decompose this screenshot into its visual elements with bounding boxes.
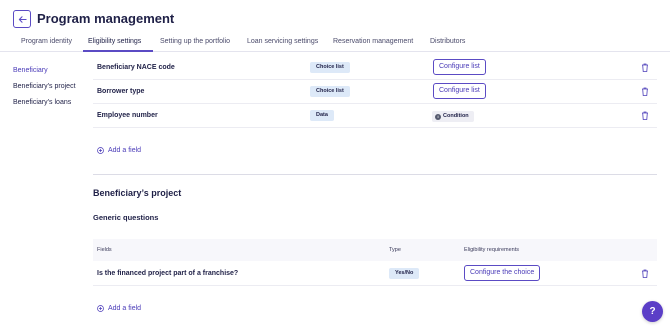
trash-icon [642,87,648,96]
trash-icon [642,111,648,120]
sidebar-item-beneficiary-project[interactable]: Beneficiary’s project [13,83,76,90]
field-label: Beneficiary NACE code [97,64,175,71]
plus-circle-icon [97,305,104,312]
delete-button[interactable] [641,269,649,278]
configure-choice-button[interactable]: Configure the choice [464,265,541,281]
sidebar-item-beneficiary-loans[interactable]: Beneficiary’s loans [13,99,71,106]
add-field-label: Add a field [108,147,142,154]
tab-loan-servicing[interactable]: Loan servicing settings [247,38,318,45]
column-header-requirements: Eligibility requirements [464,247,520,253]
add-field-button[interactable]: Add a field [97,305,141,312]
table-row: Beneficiary NACE code Choice list Config… [93,56,657,80]
tab-bar: Program identity Eligibility settings Se… [0,35,670,52]
tab-portfolio-setup[interactable]: Setting up the portfolio [160,38,230,45]
type-chip: Choice list [310,62,350,73]
add-field-button[interactable]: Add a field [97,147,141,154]
field-label: Borrower type [97,88,145,95]
info-icon: i [435,113,441,120]
configure-list-button[interactable]: Configure list [433,83,486,99]
delete-button[interactable] [641,63,649,72]
arrow-left-icon [18,15,27,23]
table-header: Fields Type Eligibility requirements [93,239,657,261]
sidebar-item-beneficiary[interactable]: Beneficiary [13,67,48,74]
add-field-label: Add a field [108,305,142,312]
active-tab-indicator [83,50,153,52]
subsection-title: Generic questions [93,213,159,222]
condition-badge[interactable]: i Condition [432,111,474,122]
configure-list-button[interactable]: Configure list [433,59,486,75]
tab-reservation-management[interactable]: Reservation management [333,38,413,45]
column-header-fields: Fields [97,247,112,253]
field-label: Employee number [97,112,158,119]
back-button[interactable] [13,10,31,28]
trash-icon [642,269,648,278]
plus-circle-icon [97,147,104,154]
field-label: Is the financed project part of a franch… [97,270,239,277]
delete-button[interactable] [641,111,649,120]
table-row: Borrower type Choice list Configure list [93,80,657,104]
type-chip: Yes/No [389,268,420,279]
tab-program-identity[interactable]: Program identity [21,38,72,45]
page-title: Program management [37,11,175,26]
delete-button[interactable] [641,87,649,96]
tab-eligibility-settings[interactable]: Eligibility settings [88,38,141,45]
condition-label: Condition [443,113,469,119]
table-row: Employee number Data i Condition [93,104,657,128]
column-header-type: Type [389,247,401,253]
table-row: Is the financed project part of a franch… [93,262,657,286]
type-chip: Choice list [310,86,350,97]
type-chip: Data [310,110,334,121]
section-title: Beneficiary’s project [93,188,182,198]
help-button[interactable]: ? [642,301,663,322]
trash-icon [642,63,648,72]
section-divider [93,174,657,175]
tab-distributors[interactable]: Distributors [430,38,465,45]
